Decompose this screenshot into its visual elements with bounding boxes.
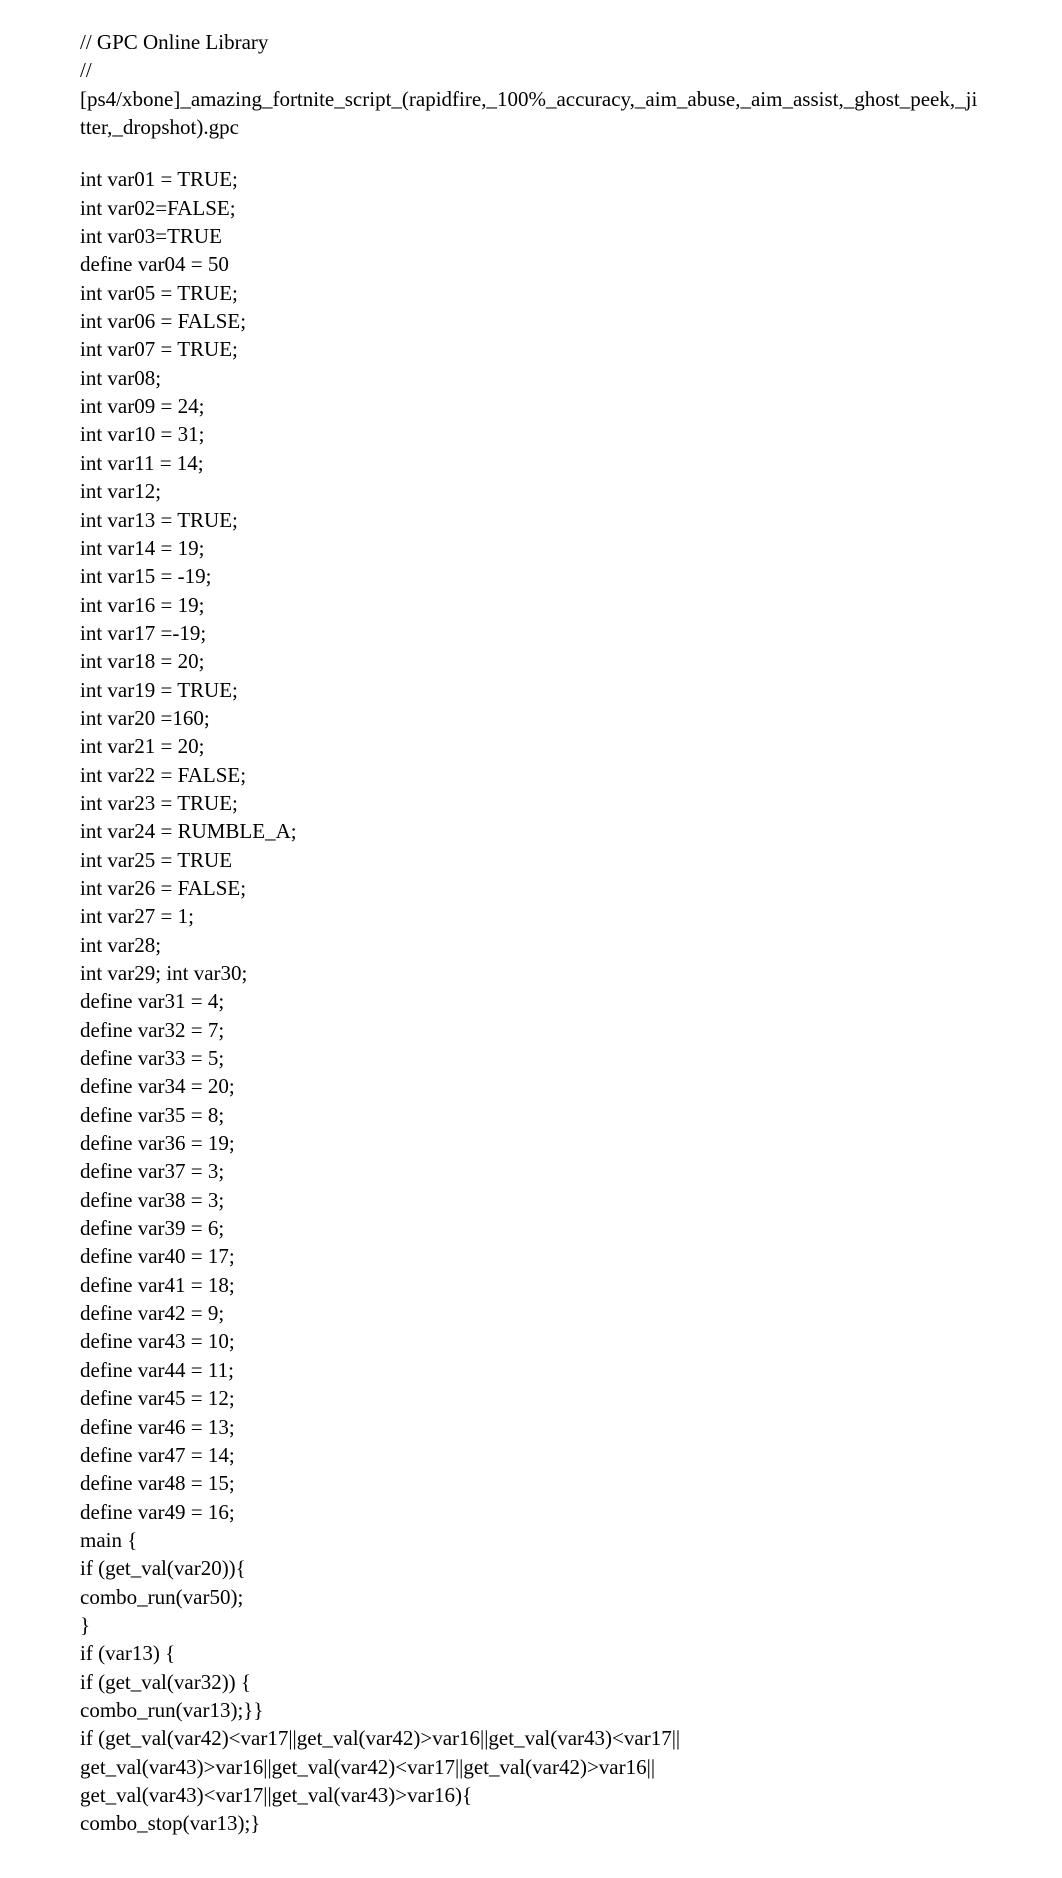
code-line: //	[80, 56, 982, 84]
code-line: if (get_val(var32)) {	[80, 1668, 982, 1696]
code-line: // GPC Online Library	[80, 28, 982, 56]
code-line: define var04 = 50	[80, 250, 982, 278]
code-line: define var37 = 3;	[80, 1157, 982, 1185]
code-line: get_val(var43)<var17||get_val(var43)>var…	[80, 1781, 982, 1809]
code-line: define var47 = 14;	[80, 1441, 982, 1469]
code-line: int var14 = 19;	[80, 534, 982, 562]
code-line: combo_run(var50);	[80, 1583, 982, 1611]
code-line: int var11 = 14;	[80, 449, 982, 477]
code-line: define var34 = 20;	[80, 1072, 982, 1100]
code-line: int var19 = TRUE;	[80, 676, 982, 704]
code-line: int var22 = FALSE;	[80, 761, 982, 789]
blank-line	[80, 141, 982, 165]
code-line: int var07 = TRUE;	[80, 335, 982, 363]
document-page: // GPC Online Library // [ps4/xbone]_ama…	[0, 0, 1062, 1878]
code-line: combo_stop(var13);}	[80, 1809, 982, 1837]
code-line: if (get_val(var20)){	[80, 1554, 982, 1582]
code-line: int var09 = 24;	[80, 392, 982, 420]
code-line: int var15 = -19;	[80, 562, 982, 590]
code-line: int var27 = 1;	[80, 902, 982, 930]
code-line: int var10 = 31;	[80, 420, 982, 448]
code-line: int var24 = RUMBLE_A;	[80, 817, 982, 845]
code-line: define var31 = 4;	[80, 987, 982, 1015]
code-line: int var03=TRUE	[80, 222, 982, 250]
code-line: int var05 = TRUE;	[80, 279, 982, 307]
code-line: define var43 = 10;	[80, 1327, 982, 1355]
code-line: define var32 = 7;	[80, 1016, 982, 1044]
code-line: combo_run(var13);}}	[80, 1696, 982, 1724]
code-line: define var45 = 12;	[80, 1384, 982, 1412]
code-line: define var35 = 8;	[80, 1101, 982, 1129]
code-line: define var36 = 19;	[80, 1129, 982, 1157]
code-line: int var16 = 19;	[80, 591, 982, 619]
code-line: define var41 = 18;	[80, 1271, 982, 1299]
code-line: define var42 = 9;	[80, 1299, 982, 1327]
code-line: define var48 = 15;	[80, 1469, 982, 1497]
code-line: int var20 =160;	[80, 704, 982, 732]
code-line: [ps4/xbone]_amazing_fortnite_script_(rap…	[80, 85, 982, 142]
code-line: get_val(var43)>var16||get_val(var42)<var…	[80, 1753, 982, 1781]
code-line: int var21 = 20;	[80, 732, 982, 760]
code-line: int var12;	[80, 477, 982, 505]
code-line: main {	[80, 1526, 982, 1554]
code-line: int var17 =-19;	[80, 619, 982, 647]
code-line: define var39 = 6;	[80, 1214, 982, 1242]
code-line: define var40 = 17;	[80, 1242, 982, 1270]
code-line: define var46 = 13;	[80, 1413, 982, 1441]
code-line: define var38 = 3;	[80, 1186, 982, 1214]
code-line: int var26 = FALSE;	[80, 874, 982, 902]
code-line: int var23 = TRUE;	[80, 789, 982, 817]
code-line: define var44 = 11;	[80, 1356, 982, 1384]
code-line: int var02=FALSE;	[80, 194, 982, 222]
code-line: int var01 = TRUE;	[80, 165, 982, 193]
code-line: define var49 = 16;	[80, 1498, 982, 1526]
code-line: if (get_val(var42)<var17||get_val(var42)…	[80, 1724, 982, 1752]
code-line: if (var13) {	[80, 1639, 982, 1667]
code-line: int var18 = 20;	[80, 647, 982, 675]
code-line: int var28;	[80, 931, 982, 959]
code-line: int var06 = FALSE;	[80, 307, 982, 335]
code-line: define var33 = 5;	[80, 1044, 982, 1072]
code-line: int var25 = TRUE	[80, 846, 982, 874]
code-line: int var13 = TRUE;	[80, 506, 982, 534]
code-line: int var29; int var30;	[80, 959, 982, 987]
code-line: int var08;	[80, 364, 982, 392]
code-line: }	[80, 1611, 982, 1639]
